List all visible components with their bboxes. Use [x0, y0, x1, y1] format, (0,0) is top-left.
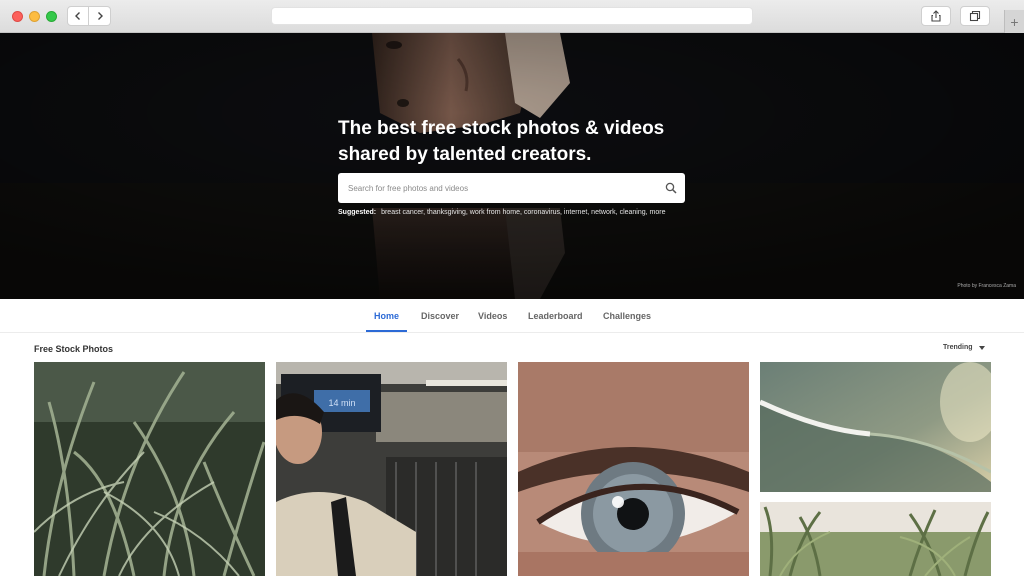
- tabs-overview-icon: [969, 10, 981, 22]
- man-station-photo: 14 min: [276, 362, 507, 576]
- forward-button[interactable]: [89, 6, 111, 26]
- caret-down-icon: [978, 345, 985, 350]
- tab-leaderboard[interactable]: Leaderboard: [528, 299, 583, 332]
- photo-card-man-station[interactable]: 14 min: [276, 362, 507, 576]
- search-icon[interactable]: [665, 182, 677, 194]
- share-icon: [931, 10, 941, 22]
- sort-dropdown[interactable]: Trending: [943, 344, 985, 351]
- section-title: Free Stock Photos: [34, 344, 114, 354]
- share-button[interactable]: [921, 6, 951, 26]
- sort-label: Trending: [943, 344, 973, 351]
- grass-photo: [34, 362, 265, 576]
- tab-videos[interactable]: Videos: [478, 299, 507, 332]
- browser-toolbar: +: [0, 0, 1024, 33]
- search-box: [338, 173, 685, 203]
- show-tabs-button[interactable]: [960, 6, 990, 26]
- hero-banner: The best free stock photos & videos shar…: [0, 33, 1024, 299]
- address-bar[interactable]: [271, 7, 753, 25]
- chevron-right-icon: [97, 12, 103, 20]
- ocean-photo: [760, 362, 991, 492]
- tab-challenges[interactable]: Challenges: [603, 299, 651, 332]
- zoom-window-button[interactable]: [46, 11, 57, 22]
- new-tab-button[interactable]: +: [1004, 10, 1024, 33]
- suggested-searches: Suggested: breast cancer, thanksgiving, …: [338, 209, 666, 216]
- photo-credit[interactable]: Photo by Francesca Zama: [957, 283, 1016, 289]
- photo-card-ocean[interactable]: [760, 362, 991, 492]
- close-window-button[interactable]: [12, 11, 23, 22]
- cornfield-photo: [760, 502, 991, 576]
- tab-home[interactable]: Home: [366, 299, 408, 332]
- back-button[interactable]: [67, 6, 89, 26]
- sign-text: 14 min: [328, 398, 355, 408]
- search-input[interactable]: [338, 173, 658, 203]
- eye-photo: [518, 362, 749, 576]
- chevron-left-icon: [75, 12, 80, 20]
- suggested-label: Suggested:: [338, 209, 377, 216]
- tab-discover[interactable]: Discover: [421, 299, 459, 332]
- minimize-window-button[interactable]: [29, 11, 40, 22]
- photo-card-cornfield[interactable]: [760, 502, 991, 576]
- suggested-terms[interactable]: breast cancer, thanksgiving, work from h…: [381, 209, 665, 216]
- main-navigation-tabs: Home Discover Videos Leaderboard Challen…: [0, 299, 1024, 333]
- photo-card-eye[interactable]: [518, 362, 749, 576]
- photo-card-grass[interactable]: [34, 362, 265, 576]
- plus-icon: +: [1010, 13, 1019, 30]
- hero-headline: The best free stock photos & videos shar…: [338, 118, 665, 165]
